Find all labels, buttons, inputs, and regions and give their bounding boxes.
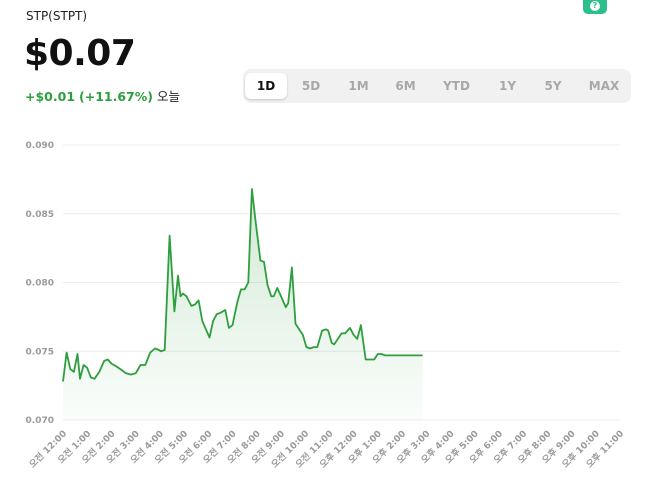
y-tick-label: 0.075 bbox=[26, 347, 54, 357]
y-tick-label: 0.090 bbox=[26, 141, 54, 151]
price-chart: 0.0900.0850.0800.0750.070오전 12:00오전 1:00… bbox=[26, 141, 627, 470]
y-tick-label: 0.080 bbox=[26, 279, 54, 289]
price-area bbox=[63, 189, 423, 420]
y-tick-label: 0.070 bbox=[26, 416, 54, 426]
y-tick-label: 0.085 bbox=[26, 210, 54, 220]
